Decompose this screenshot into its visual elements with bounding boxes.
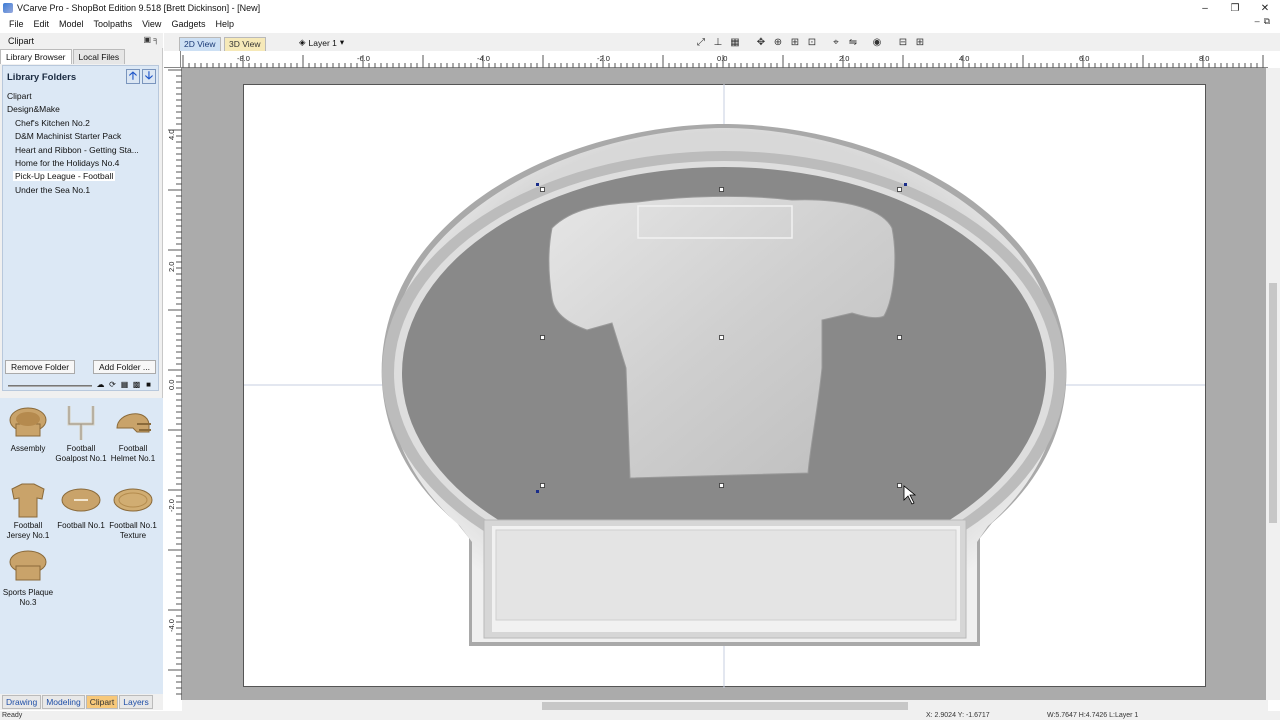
remove-folder-button[interactable]: Remove Folder (5, 360, 76, 374)
snap-icon[interactable]: ⌖ (829, 35, 843, 49)
menu-help[interactable]: Help (210, 19, 239, 29)
pan-icon[interactable]: ✥ (754, 35, 768, 49)
minimize-button[interactable]: – (1190, 0, 1220, 16)
restore-button[interactable]: ❐ (1220, 0, 1250, 16)
football-texture-icon (111, 481, 155, 519)
menu-file[interactable]: File (4, 19, 29, 29)
panel-header: Clipart ▣ ╕ (0, 33, 163, 48)
layer-selector[interactable]: ◈ Layer 1 ▾ (299, 37, 344, 48)
refresh-icon[interactable]: ⟳ (108, 380, 117, 389)
tab-library-browser[interactable]: Library Browser (0, 49, 72, 64)
tab-clipart[interactable]: Clipart (85, 695, 119, 709)
dimension-icon[interactable]: ⊥ (711, 35, 725, 49)
zoom-extents-icon[interactable]: ⊞ (788, 35, 802, 49)
folder-item[interactable]: Under the Sea No.1 (3, 184, 158, 197)
grid-icon[interactable]: ▦ (728, 35, 742, 49)
layout-icon[interactable]: ⊟ (896, 35, 910, 49)
medium-grid-icon[interactable]: ▩ (132, 380, 141, 389)
goalpost-icon (59, 404, 103, 442)
ruler-ticks (182, 55, 1264, 68)
tab-2d-view[interactable]: 2D View (179, 37, 221, 51)
thumbnail-size-slider[interactable] (8, 385, 92, 387)
tab-layers[interactable]: Layers (119, 695, 153, 709)
folder-item[interactable]: Heart and Ribbon - Getting Sta... (3, 144, 158, 157)
title-bar: VCarve Pro - ShopBot Edition 9.518 [Bret… (0, 0, 1280, 16)
move-down-icon[interactable]: 🡣 (142, 69, 156, 84)
layer-name: Layer 1 (308, 37, 337, 48)
add-folder-button[interactable]: Add Folder ... (92, 360, 156, 374)
app-icon (3, 3, 13, 13)
menu-gadgets[interactable]: Gadgets (166, 19, 210, 29)
folder-item-selected[interactable]: Pick-Up League - Football (3, 170, 158, 183)
menu-bar: File Edit Model Toolpaths View Gadgets H… (0, 16, 1280, 32)
folder-item[interactable]: Chef's Kitchen No.2 (3, 117, 158, 130)
library-folders-box: Library Folders 🡡 🡣 Clipart Design&Make … (2, 65, 159, 391)
model-icon[interactable]: ◉ (870, 35, 884, 49)
panel-tabs: Library Browser Local Files (0, 49, 163, 64)
cursor-coordinates: X: 2.9024 Y: -1.6717 (926, 712, 990, 719)
horizontal-ruler[interactable]: -8.0 -6.0 -4.0 -2.0 0.0 2.0 4.0 6.0 8.0 (181, 51, 1268, 68)
menu-model[interactable]: Model (54, 19, 89, 29)
ruler-corner (164, 51, 181, 68)
plaque-icon (6, 548, 50, 586)
tab-3d-view[interactable]: 3D View (224, 37, 266, 51)
folder-buttons: Remove Folder Add Folder ... (2, 360, 159, 377)
menu-edit[interactable]: Edit (29, 19, 55, 29)
tab-drawing[interactable]: Drawing (2, 695, 42, 709)
small-grid-icon[interactable]: ▦ (120, 380, 129, 389)
zoom-selection-icon[interactable]: ⊡ (805, 35, 819, 49)
tab-modeling[interactable]: Modeling (42, 695, 85, 709)
menu-view[interactable]: View (137, 19, 166, 29)
vertical-ruler[interactable]: 4.0 2.0 0.0 -2.0 -4.0 (164, 68, 182, 700)
chevron-down-icon: ▾ (339, 37, 345, 47)
close-button[interactable]: ✕ (1250, 0, 1280, 16)
status-bar: Ready X: 2.9024 Y: -1.6717 W:5.7647 H:4.… (0, 711, 1280, 720)
thumbnail-item[interactable]: Football No.1 (55, 477, 107, 531)
window-title: VCarve Pro - ShopBot Edition 9.518 [Bret… (17, 3, 261, 13)
split-view-icon[interactable]: ⊞ (913, 35, 927, 49)
thumbnail-item[interactable]: Sports Plaque No.3 (2, 544, 54, 608)
clipart-thumbnails: Assembly Football Goalpost No.1 Football… (0, 398, 163, 698)
thumbnail-item[interactable]: Football Helmet No.1 (107, 400, 159, 464)
mdi-window-buttons[interactable]: –⧉ (1255, 16, 1274, 27)
library-folders-title: Library Folders (7, 72, 77, 83)
panel-title: Clipart (8, 35, 35, 46)
measure-icon[interactable]: ⤢ (694, 35, 708, 49)
jersey-icon (6, 481, 50, 519)
view-tools: ⤢ ⊥ ▦ ✥ ⊕ ⊞ ⊡ ⌖ ⇋ ◉ ⊟ ⊞ (694, 35, 927, 49)
menu-toolpaths[interactable]: Toolpaths (89, 19, 138, 29)
selection-dimensions: W:5.7647 H:4.7426 L:Layer 1 (1047, 712, 1139, 719)
move-up-icon[interactable]: 🡡 (126, 69, 140, 84)
zoom-box-icon[interactable]: ⊕ (771, 35, 785, 49)
status-text: Ready (2, 712, 23, 719)
folder-item[interactable]: Design&Make (3, 103, 158, 116)
thumbnail-toolbar: ☁ ⟳ ▦ ▩ ■ (2, 380, 160, 392)
folder-item[interactable]: Home for the Holidays No.4 (3, 157, 158, 170)
folder-list: Clipart Design&Make Chef's Kitchen No.2 … (3, 90, 158, 197)
football-icon (59, 481, 103, 519)
thumbnail-item[interactable]: Football Jersey No.1 (2, 477, 54, 541)
plaque-icon (6, 404, 50, 442)
thumbnail-item[interactable]: Assembly (2, 400, 54, 454)
panel-bottom-tabs: Drawing Modeling Clipart Layers (0, 694, 163, 710)
layer-icon: ◈ (299, 37, 306, 47)
scroll-thumb[interactable] (1269, 283, 1277, 523)
clipart-panel: Clipart ▣ ╕ Library Browser Local Files … (0, 33, 163, 710)
thumbnail-item[interactable]: Football No.1 Texture (107, 477, 159, 541)
vertical-scrollbar[interactable] (1266, 68, 1280, 700)
nameplate-panel (495, 529, 957, 621)
ruler-ticks (168, 69, 182, 695)
folder-item[interactable]: D&M Machinist Starter Pack (3, 130, 158, 143)
view-toolbar: 2D View 3D View ◈ Layer 1 ▾ ⤢ ⊥ ▦ ✥ ⊕ ⊞ … (164, 33, 1280, 51)
mirror-icon[interactable]: ⇋ (846, 35, 860, 49)
cloud-icon[interactable]: ☁ (96, 380, 105, 389)
folder-item[interactable]: Clipart (3, 90, 158, 103)
plaque-model[interactable] (182, 68, 1268, 700)
thumbnail-item[interactable]: Football Goalpost No.1 (55, 400, 107, 464)
helmet-icon (111, 404, 155, 442)
tab-local-files[interactable]: Local Files (72, 49, 126, 64)
large-grid-icon[interactable]: ■ (144, 380, 153, 389)
scroll-thumb[interactable] (542, 702, 908, 710)
pin-icon[interactable]: ▣ ╕ (144, 35, 159, 44)
